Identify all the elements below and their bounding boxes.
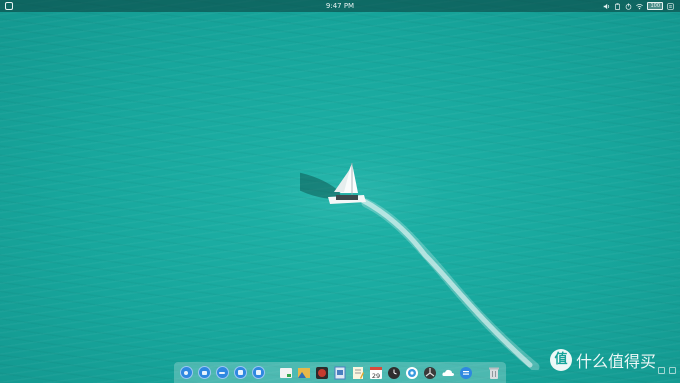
watermark-text: 什么值得买 xyxy=(576,352,657,371)
system-monitor-icon[interactable] xyxy=(423,366,437,380)
watermark-logo: 值 xyxy=(550,349,572,371)
photos-icon[interactable] xyxy=(297,366,311,380)
music-player-icon[interactable] xyxy=(315,366,329,380)
text-editor-icon[interactable] xyxy=(351,366,365,380)
file-manager-icon[interactable] xyxy=(279,366,293,380)
workspace-icon[interactable] xyxy=(197,366,211,380)
document-viewer-icon[interactable] xyxy=(333,366,347,380)
chat-icon[interactable] xyxy=(459,366,473,380)
launcher-icon[interactable] xyxy=(179,366,193,380)
corner-tray xyxy=(658,367,676,374)
sailboat-image xyxy=(300,163,540,370)
volume-icon[interactable] xyxy=(603,3,610,10)
multitask-icon[interactable] xyxy=(233,366,247,380)
dock: 29 xyxy=(174,362,506,383)
watermark: 值 什么值得买 xyxy=(550,348,656,372)
calendar-day: 29 xyxy=(372,372,380,380)
trash-icon[interactable] xyxy=(487,366,501,380)
battery-indicator[interactable]: 100 xyxy=(647,2,663,10)
browser-icon[interactable] xyxy=(405,366,419,380)
workspace-switcher-icon[interactable] xyxy=(658,367,665,374)
apps-grid-icon[interactable] xyxy=(215,366,229,380)
notes-menu-icon[interactable] xyxy=(251,366,265,380)
settings-icon[interactable] xyxy=(667,2,674,10)
top-panel: 9:47 PM 100 xyxy=(0,0,680,12)
system-tray: 100 xyxy=(603,0,674,12)
clock-icon[interactable] xyxy=(387,366,401,380)
calendar-icon[interactable]: 29 xyxy=(369,366,383,380)
power-icon[interactable] xyxy=(625,2,632,10)
clock[interactable]: 9:47 PM xyxy=(0,0,680,12)
cloud-icon[interactable] xyxy=(441,366,455,380)
show-desktop-icon[interactable] xyxy=(669,367,676,374)
clipboard-icon[interactable] xyxy=(614,2,621,10)
wifi-icon[interactable] xyxy=(636,3,644,10)
